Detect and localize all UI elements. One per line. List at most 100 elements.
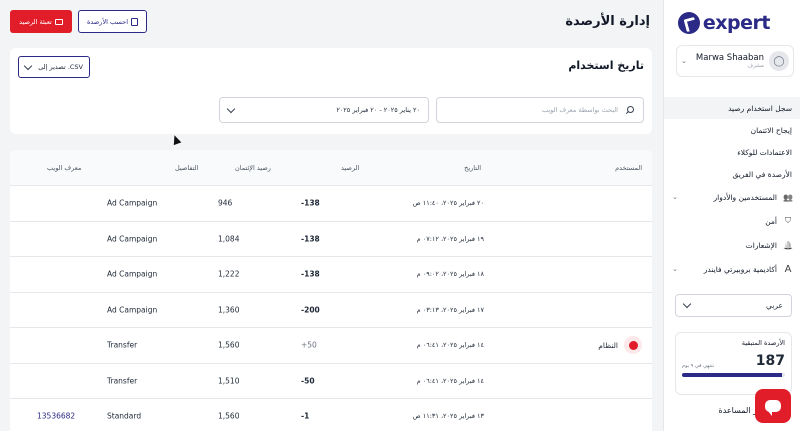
page-title: إدارة الأرصدة [565, 14, 650, 29]
sidebar-item-label: الاعتمادات للوكلاء [737, 147, 792, 157]
sidebar-item-1[interactable]: إيجاح الائتمان [664, 119, 800, 141]
cell-details: Ad Campaign [107, 269, 158, 279]
sidebar-item-label: الإشعارات [745, 240, 777, 250]
credits-progress-fill [682, 373, 782, 377]
cell-details: Transfer [107, 340, 138, 350]
sidebar-item-0[interactable]: سجل استخدام رصيد [664, 97, 800, 119]
mouse-cursor [170, 133, 182, 146]
sidebar-nav: سجل استخدام رصيد إيجاح الائتمان الاعتمادات… [664, 97, 800, 281]
cell-details: Ad Campaign [107, 198, 158, 208]
cell-date: ١٩ فبراير ٢٠٢٥، ٠٧:١٢ م [416, 234, 484, 243]
table-header: المستخدم التاريخ الرصيد رصيد الإئتمان ال… [10, 150, 652, 186]
column-details: التفاصيل [175, 163, 199, 172]
system-logo-icon [624, 336, 642, 355]
table-row: ١٨ فبراير ٢٠٢٥، ٠٩:٠٢ م -138 1,222 Ad Campa… [10, 257, 652, 293]
chevron-down-icon [226, 104, 236, 113]
chat-support-button[interactable] [755, 389, 791, 423]
logo-text: expert [702, 12, 771, 34]
search-icon [626, 105, 635, 115]
calculator-icon [131, 17, 139, 26]
column-web-id: معرف الويب [47, 163, 82, 172]
calculate-credits-button[interactable]: احسب الأرصدة [78, 10, 147, 33]
cell-date: ١٨ فبراير ٢٠٢٥، ٠٩:٠٢ م [416, 270, 484, 279]
language-value: عربي [766, 301, 783, 310]
cell-date: ١٧ فبراير ٢٠٢٥، ٠٣:١٣ م [416, 305, 484, 314]
expert-logo[interactable]: expert [677, 12, 771, 34]
column-date: التاريخ [464, 163, 481, 172]
cell-balance: -138 [301, 198, 320, 208]
cell-balance: -1 [301, 411, 310, 421]
remaining-credits-card: الأرصدة المتبقية 187 تنتهي في ٩ يوم [675, 332, 792, 395]
cell-web-id[interactable]: 13536682 [37, 412, 75, 421]
table-row: النظام ١٤ فبراير ٢٠٢٥، ٠٦:٤١ م +50 1,560 Tra… [10, 328, 652, 364]
sidebar-item-6[interactable]: 🔔 الإشعارات [664, 233, 800, 257]
sidebar-item-3[interactable]: الأرصدة في الفريق [664, 163, 800, 185]
cell-credit-balance: 1,360 [218, 305, 240, 315]
sidebar-item-label: إيجاح الائتمان [750, 125, 792, 135]
academy-icon: A [784, 263, 792, 275]
top-up-button[interactable]: تعبئة الرصيد [10, 10, 72, 33]
cell-details: Transfer [107, 376, 138, 386]
cell-date: ١٣ فبراير ٢٠٢٥، ١١:٣١ ص [412, 412, 484, 421]
cell-user-name: النظام [598, 340, 618, 350]
cell-balance: -138 [301, 234, 320, 244]
search-placeholder: البحث بواسطة معرف الويب [541, 106, 618, 114]
cell-balance: -50 [301, 376, 315, 386]
sidebar-item-7[interactable]: A أكاديمية بروبيرتي فايندر ⌄ [664, 257, 800, 281]
credits-progress-bar [682, 373, 785, 377]
language-select[interactable]: عربي [675, 294, 792, 317]
cell-date: ١٤ فبراير ٢٠٢٥، ٠٦:٤١ م [416, 376, 484, 385]
wallet-icon [54, 18, 63, 25]
cell-credit-balance: 1,510 [218, 376, 240, 386]
table-row: ١٧ فبراير ٢٠٢٥، ٠٣:١٣ م -200 1,360 Ad Campa… [10, 293, 652, 328]
chevron-down-icon [682, 299, 692, 309]
user-name: Marwa Shaaban [695, 53, 764, 63]
column-credit-balance: رصيد الإئتمان [235, 163, 271, 172]
cell-details: Ad Campaign [107, 234, 158, 244]
sidebar-item-2[interactable]: الاعتمادات للوكلاء [664, 141, 800, 163]
sidebar-item-label: سجل استخدام رصيد [728, 103, 792, 113]
calculate-label: احسب الأرصدة [86, 17, 129, 26]
date-range-picker[interactable]: ٢٠ يناير ٢٠٢٥ - ٢٠ فبراير ٢٠٢٥ [219, 97, 429, 123]
cell-balance: +50 [301, 340, 317, 350]
chevron-down-icon: ⌄ [681, 57, 687, 65]
sidebar: expert ◯ Marwa Shaaban مشرف ⌄ سجل استخدا… [663, 0, 800, 431]
web-id-search-input[interactable]: البحث بواسطة معرف الويب [436, 97, 644, 123]
filters-card: تاريخ استخدام تصدير إلى .CSV البحث بواسط… [10, 48, 652, 134]
avatar-icon: ◯ [769, 51, 789, 71]
credits-expiry: تنتهي في ٩ يوم [682, 363, 714, 369]
user-role: مشرف [747, 63, 764, 69]
sidebar-item-label: أكاديمية بروبيرتي فايندر [703, 264, 777, 274]
column-user: المستخدم [615, 163, 642, 172]
top-up-label: تعبئة الرصيد [19, 17, 52, 26]
usage-table: المستخدم التاريخ الرصيد رصيد الإئتمان ال… [10, 150, 652, 431]
column-balance: الرصيد [341, 163, 360, 172]
credits-title: الأرصدة المتبقية [741, 339, 785, 347]
cell-credit-balance: 1,222 [218, 269, 240, 279]
cell-credit-balance: 946 [218, 198, 233, 208]
sidebar-item-4[interactable]: 👥 المستخدمين والأدوار ⌄ [664, 185, 800, 209]
sidebar-item-5[interactable]: ⛉ أمن [664, 209, 800, 233]
cell-details: Ad Campaign [107, 305, 158, 315]
users-icon: 👥 [783, 192, 793, 202]
chat-icon [765, 400, 781, 416]
chevron-down-icon: ⌄ [672, 265, 678, 273]
table-row: ١٣ فبراير ٢٠٢٥، ١١:٣١ ص -1 1,560 Standard 13… [10, 399, 652, 431]
sidebar-item-label: أمن [765, 216, 777, 226]
cell-date: ١٤ فبراير ٢٠٢٥، ٠٦:٤١ م [416, 341, 484, 350]
cell-balance: -200 [301, 305, 320, 315]
user-menu[interactable]: ◯ Marwa Shaaban مشرف ⌄ [676, 45, 794, 77]
cell-balance: -138 [301, 269, 320, 279]
table-row: ٢٠ فبراير ٢٠٢٥، ١١:٤٠ ص -138 946 Ad Campaig… [10, 186, 652, 222]
usage-history-title: تاريخ استخدام [568, 59, 644, 72]
export-label: تصدير إلى .CSV [38, 63, 83, 71]
table-row: ١٤ فبراير ٢٠٢٥، ٠٦:٤١ م -50 1,510 Transfer [10, 364, 652, 399]
logo-mark-icon [677, 12, 700, 34]
bell-icon: 🔔 [783, 240, 793, 250]
cell-credit-balance: 1,084 [218, 234, 240, 244]
cell-user: النظام [598, 336, 642, 355]
credits-remaining: 187 [755, 353, 785, 369]
export-csv-button[interactable]: تصدير إلى .CSV [18, 56, 90, 78]
cell-date: ٢٠ فبراير ٢٠٢٥، ١١:٤٠ ص [412, 199, 484, 208]
date-range-value: ٢٠ يناير ٢٠٢٥ - ٢٠ فبراير ٢٠٢٥ [336, 106, 420, 114]
